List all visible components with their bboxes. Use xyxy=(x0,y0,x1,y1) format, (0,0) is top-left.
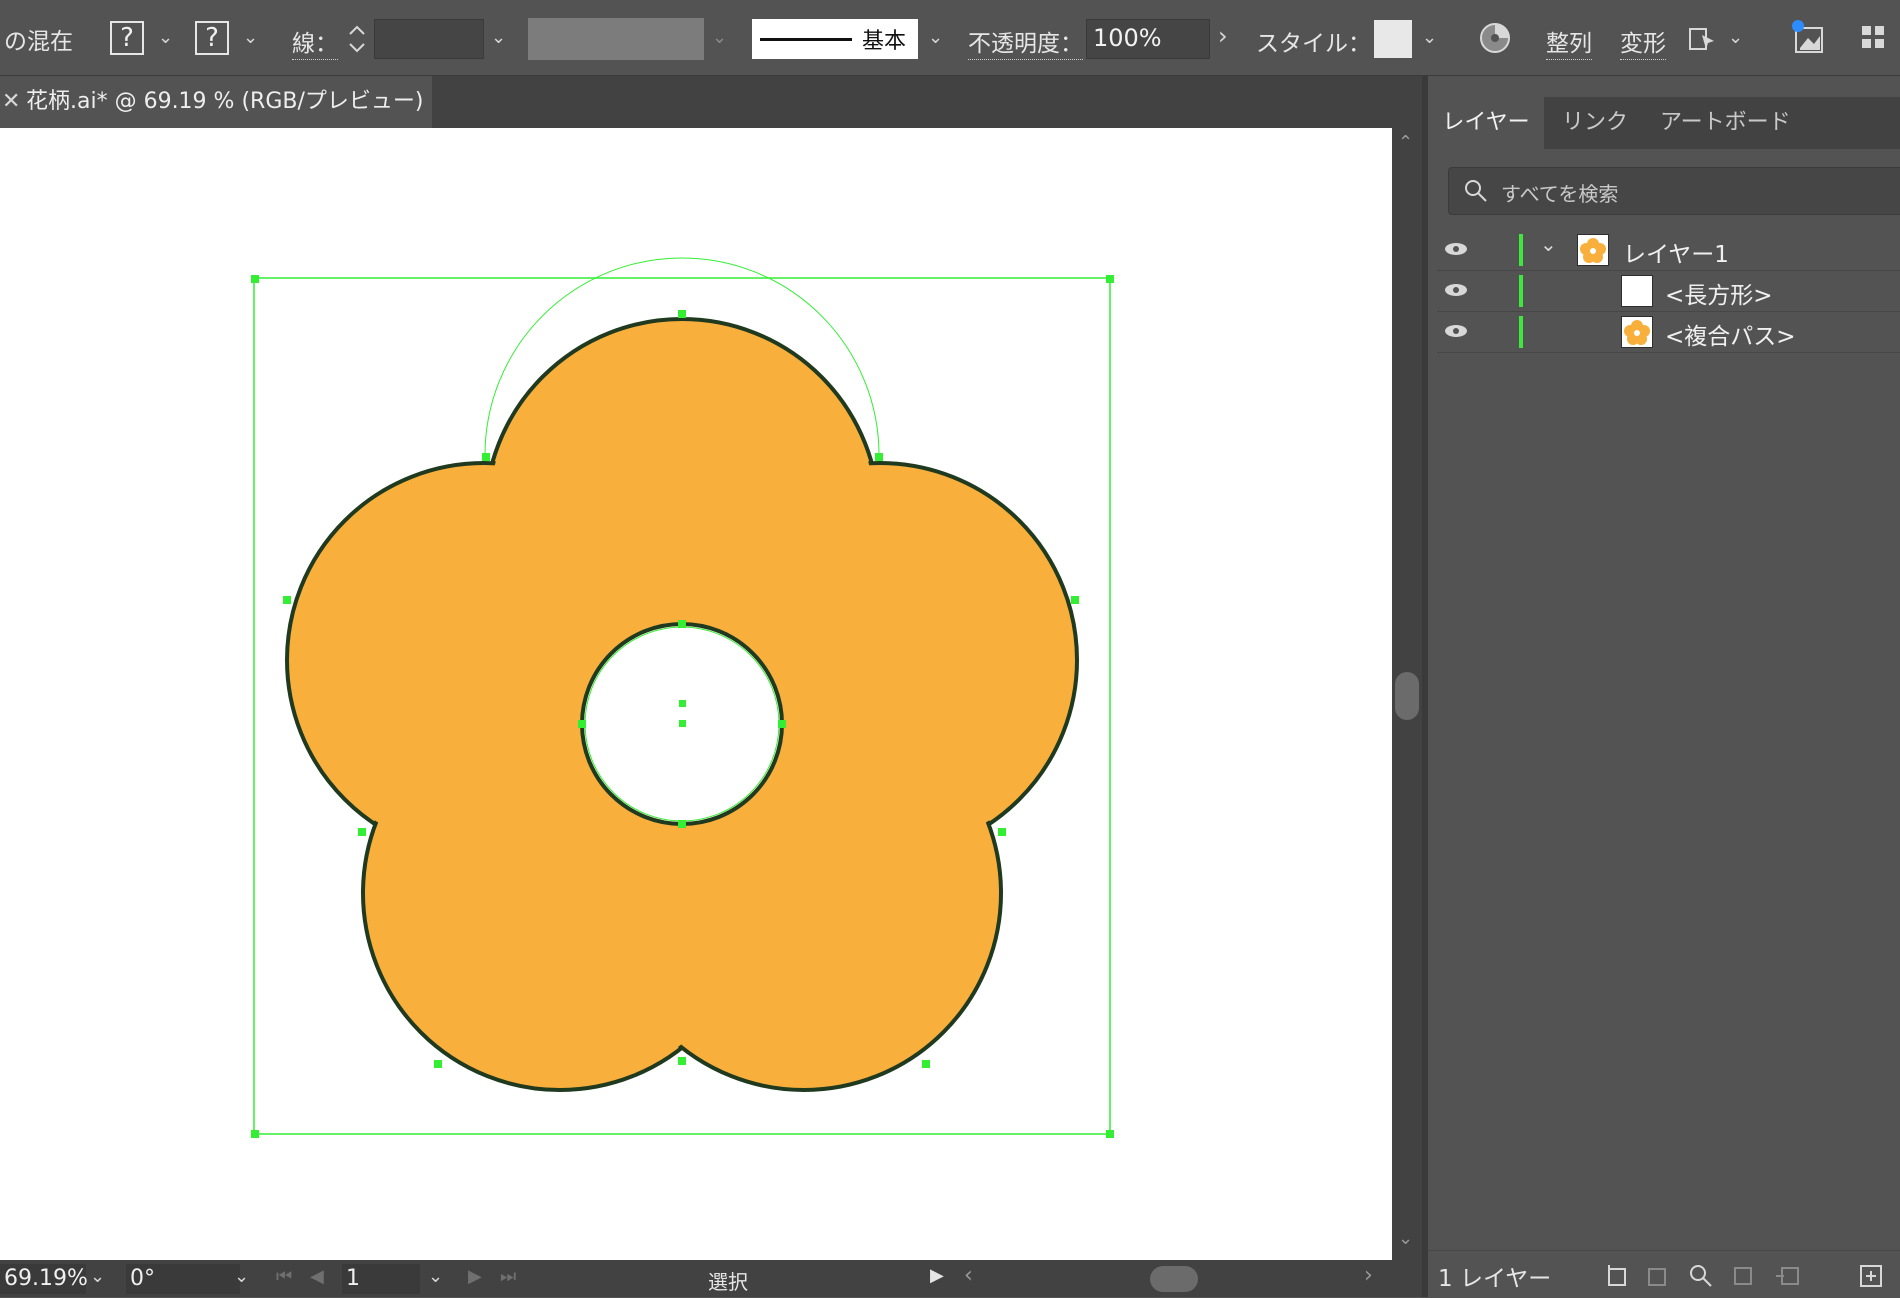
stroke-weight-input[interactable] xyxy=(374,19,484,59)
tab-artboards-label: アートボード xyxy=(1660,110,1791,135)
chevron-down-icon[interactable]: ⌄ xyxy=(1422,27,1437,48)
fill-swatch[interactable]: ? xyxy=(110,21,144,55)
tab-links-label: リンク xyxy=(1562,110,1629,135)
rectangle-thumbnail xyxy=(1621,275,1653,307)
horizontal-scroll-thumb[interactable] xyxy=(1150,1266,1198,1292)
search-icon xyxy=(1465,180,1487,202)
brush-label: 基本 xyxy=(862,29,907,54)
document-tab[interactable]: ✕ 花柄.ai* @ 69.19 % (RGB/プレビュー) xyxy=(0,76,432,128)
search-placeholder: すべてを検索 xyxy=(1501,182,1619,206)
tab-links[interactable]: リンク xyxy=(1562,97,1628,149)
artwork-svg[interactable] xyxy=(0,128,1392,1260)
artboard-canvas[interactable] xyxy=(0,128,1392,1260)
stepper-arrows-icon xyxy=(349,25,365,53)
layer-row[interactable]: <長方形> xyxy=(1437,271,1900,312)
chevron-down-icon[interactable]: ⌄ xyxy=(491,27,506,48)
mixed-label: の混在 xyxy=(4,29,73,55)
stroke-swatch-label: ? xyxy=(205,23,219,53)
current-tool-label: 選択 xyxy=(708,1270,748,1294)
layers-panel-footer: 1 レイヤー xyxy=(1428,1250,1900,1298)
brush-definition[interactable]: 基本 xyxy=(752,19,918,59)
chevron-down-icon[interactable]: ⌄ xyxy=(90,1266,105,1287)
layer-count: 1 レイヤー xyxy=(1438,1266,1552,1292)
layer-thumbnail xyxy=(1577,234,1609,266)
layer-color-bar xyxy=(1519,275,1523,307)
document-title: 花柄.ai* @ 69.19 % (RGB/プレビュー) xyxy=(26,89,424,114)
previous-artboard-icon[interactable]: ◀ xyxy=(310,1266,324,1287)
stroke-weight-label[interactable]: 線： xyxy=(292,24,338,60)
tab-layers-label: レイヤー xyxy=(1442,110,1530,135)
variable-width-profile[interactable] xyxy=(528,18,704,60)
collect-export-icon[interactable] xyxy=(1606,1263,1632,1289)
vertical-scroll-thumb[interactable] xyxy=(1395,672,1419,720)
clipping-mask-icon[interactable] xyxy=(1730,1263,1756,1289)
align-label[interactable]: 整列 xyxy=(1546,24,1592,60)
panel-menu-icon[interactable] xyxy=(1860,24,1888,56)
chevron-down-icon[interactable]: ⌄ xyxy=(243,27,258,48)
locate-object-icon[interactable] xyxy=(1646,1263,1672,1289)
chevron-down-icon[interactable]: ⌄ xyxy=(1540,232,1557,256)
transform-label[interactable]: 変形 xyxy=(1620,24,1666,60)
tab-artboards[interactable]: アートボード xyxy=(1660,97,1791,149)
compound-path-thumbnail xyxy=(1621,316,1653,348)
artboard-number-field[interactable]: 1 xyxy=(342,1264,420,1294)
graphic-style-swatch[interactable] xyxy=(1374,20,1412,58)
chevron-down-icon[interactable]: ⌄ xyxy=(712,27,727,48)
image-trace-icon[interactable] xyxy=(1790,18,1830,62)
opacity-input[interactable]: 100% xyxy=(1086,19,1210,59)
opacity-value: 100% xyxy=(1093,24,1162,52)
chevron-down-icon[interactable]: ⌄ xyxy=(1728,27,1743,48)
scroll-right-icon[interactable]: › xyxy=(1364,1263,1373,1288)
fill-swatch-label: ? xyxy=(120,23,134,53)
new-sublayer-icon[interactable] xyxy=(1774,1263,1804,1289)
zoom-field[interactable]: 69.19% xyxy=(0,1264,88,1294)
layer-row[interactable]: <複合パス> xyxy=(1437,312,1900,353)
chevron-down-icon[interactable]: ⌄ xyxy=(234,1266,249,1287)
layer-color-bar xyxy=(1519,234,1523,266)
search-layer-icon[interactable] xyxy=(1688,1263,1714,1289)
visibility-eye-icon[interactable] xyxy=(1442,279,1470,301)
visibility-eye-icon[interactable] xyxy=(1442,320,1470,342)
select-similar-icon[interactable] xyxy=(1686,21,1720,59)
chevron-right-icon[interactable]: › xyxy=(1218,22,1228,50)
artboard-number: 1 xyxy=(346,1266,360,1291)
object-name[interactable]: <複合パス> xyxy=(1665,317,1796,351)
opacity-label[interactable]: 不透明度： xyxy=(968,24,1083,60)
tab-layers[interactable]: レイヤー xyxy=(1428,97,1544,149)
layer-row[interactable]: ⌄ レイヤー1 xyxy=(1437,230,1900,271)
layer-color-bar xyxy=(1519,316,1523,348)
layer-name[interactable]: レイヤー1 xyxy=(1623,235,1729,269)
control-bar: の混在 ? ⌄ ? ⌄ 線： ⌄ ⌄ 基本 ⌄ 不透明度： 100% › スタイ… xyxy=(0,0,1900,76)
stroke-swatch[interactable]: ? xyxy=(195,21,229,55)
zoom-value: 69.19% xyxy=(4,1266,88,1291)
chevron-down-icon[interactable]: ⌄ xyxy=(158,27,173,48)
rotation-value: 0° xyxy=(130,1266,155,1291)
close-icon[interactable]: ✕ xyxy=(2,76,20,128)
stroke-weight-stepper[interactable] xyxy=(343,18,371,58)
chevron-down-icon[interactable]: ⌄ xyxy=(428,1266,443,1287)
scroll-up-icon[interactable]: ⌃ xyxy=(1398,132,1413,153)
last-artboard-icon[interactable]: ⏭ xyxy=(500,1266,516,1287)
scroll-left-icon[interactable]: ‹ xyxy=(964,1263,973,1288)
visibility-eye-icon[interactable] xyxy=(1442,238,1470,260)
first-artboard-icon[interactable]: ⏮ xyxy=(276,1266,292,1287)
object-name[interactable]: <長方形> xyxy=(1665,276,1773,310)
scroll-down-icon[interactable]: ⌄ xyxy=(1398,1228,1413,1249)
recolor-artwork-icon[interactable] xyxy=(1478,21,1512,59)
status-menu-icon[interactable]: ▶ xyxy=(930,1265,944,1286)
line-preview xyxy=(760,38,852,41)
layers-search[interactable]: すべてを検索 xyxy=(1448,167,1900,215)
chevron-down-icon[interactable]: ⌄ xyxy=(928,27,943,48)
next-artboard-icon[interactable]: ▶ xyxy=(468,1266,482,1287)
new-layer-icon[interactable] xyxy=(1858,1263,1884,1289)
rotation-field[interactable]: 0° xyxy=(126,1264,240,1294)
style-label: スタイル： xyxy=(1256,31,1371,57)
